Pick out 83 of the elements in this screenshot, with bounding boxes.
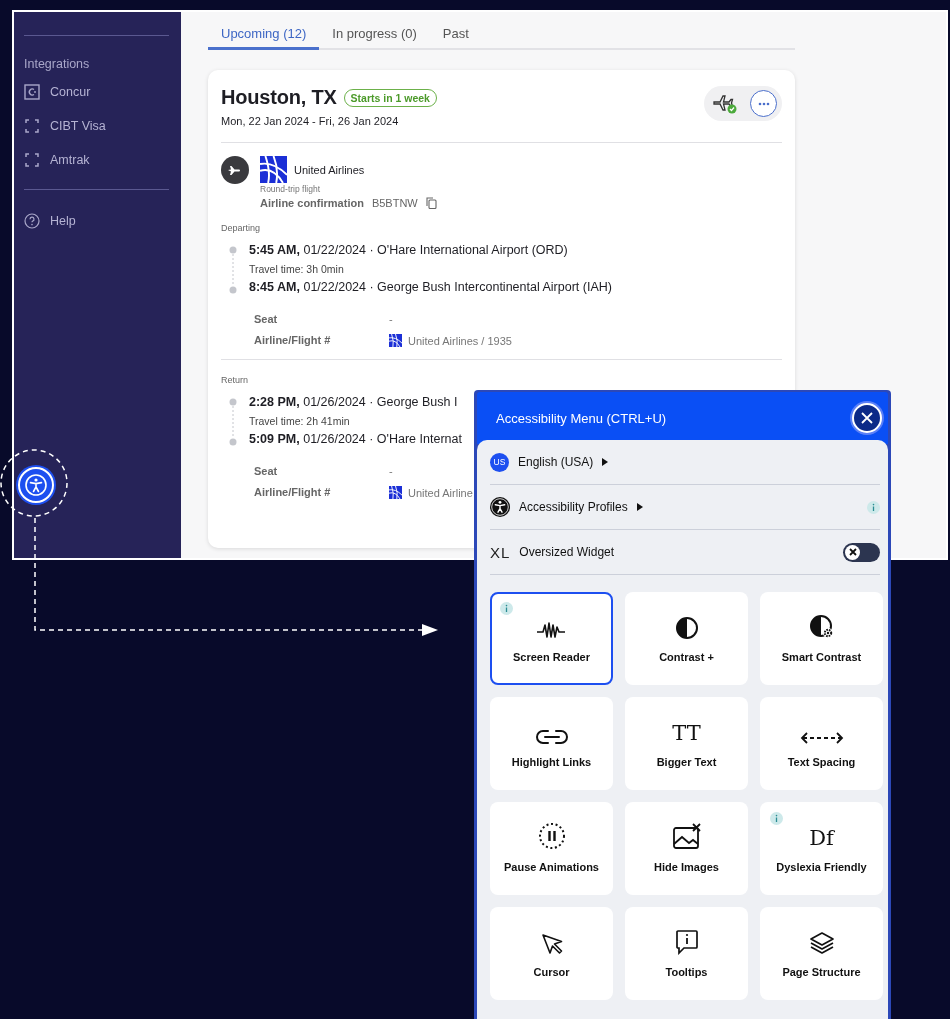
image-crossed-icon bbox=[671, 822, 702, 850]
tooltip-icon bbox=[674, 929, 699, 955]
feature-tile[interactable]: Pause Animations bbox=[490, 802, 613, 895]
detail-value: - bbox=[389, 465, 393, 477]
arrows-spacing-icon bbox=[799, 731, 844, 745]
confirmation-label: Airline confirmation bbox=[260, 197, 364, 209]
sidebar-item[interactable]: Concur bbox=[24, 75, 169, 109]
accessibility-icon bbox=[490, 497, 510, 517]
section-heading: Integrations bbox=[24, 57, 91, 71]
close-icon bbox=[861, 412, 873, 424]
flight-type: Round-trip flight bbox=[260, 184, 321, 194]
accessibility-icon bbox=[25, 474, 47, 496]
detail-label: Seat bbox=[254, 465, 279, 477]
airline-logo-icon bbox=[260, 156, 287, 183]
feature-tile[interactable]: Text Spacing bbox=[760, 697, 883, 790]
detail-value: - bbox=[389, 313, 393, 325]
c-square-icon bbox=[24, 84, 40, 100]
x-icon bbox=[848, 548, 857, 556]
caret-icon bbox=[636, 503, 643, 511]
feature-tile[interactable]: Cursor bbox=[490, 907, 613, 1000]
travel-time: Travel time: 2h 41min bbox=[249, 415, 351, 427]
detail-value: United Airline bbox=[408, 486, 473, 499]
info-icon bbox=[770, 812, 783, 825]
departure-time: 5:45 AM, 01/22/2024 · O'Hare International Airport (ORD) bbox=[249, 243, 569, 257]
contrast-gear-icon bbox=[808, 614, 835, 640]
trip-title: Houston, TX bbox=[221, 86, 337, 109]
feature-tile[interactable]: Contrast + bbox=[625, 592, 748, 685]
feature-tile[interactable]: Smart Contrast bbox=[760, 592, 883, 685]
menu-title: Accessibility Menu (CTRL+U) bbox=[496, 410, 667, 426]
feature-tile[interactable]: Highlight Links bbox=[490, 697, 613, 790]
detail-value: United Airlines / 1935 bbox=[408, 334, 512, 347]
layers-icon bbox=[808, 931, 835, 955]
language-badge: US bbox=[490, 452, 509, 472]
departure-time: 2:28 PM, 01/26/2024 · George Bush I bbox=[249, 395, 459, 409]
cursor-icon bbox=[540, 933, 563, 955]
travel-time: Travel time: 3h 0min bbox=[249, 263, 345, 275]
xl-glyph: XL bbox=[490, 543, 511, 561]
language-selector[interactable]: US English (USA) bbox=[490, 440, 880, 485]
info-icon bbox=[500, 602, 513, 615]
arrival-time: 5:09 PM, 01/26/2024 · O'Hare Internat bbox=[249, 432, 462, 446]
tab[interactable]: Past bbox=[429, 12, 482, 50]
confirmation-code: B5BTNW bbox=[371, 197, 418, 209]
feature-tile[interactable]: Df Dyslexia Friendly bbox=[760, 802, 883, 895]
trip-dates: Mon, 22 Jan 2024 - Fri, 26 Jan 2024 bbox=[221, 115, 400, 127]
close-button[interactable] bbox=[852, 403, 882, 433]
sidebar-item[interactable]: CIBT Visa bbox=[24, 109, 169, 143]
frame-corners-icon bbox=[24, 118, 40, 134]
more-button[interactable] bbox=[750, 90, 777, 117]
toggle-switch[interactable] bbox=[843, 542, 880, 562]
more-icon bbox=[757, 101, 770, 106]
detail-label: Seat bbox=[254, 313, 279, 325]
glyph-icon: Df bbox=[809, 826, 834, 850]
help-icon bbox=[24, 213, 40, 229]
timeline-drawing bbox=[229, 398, 237, 446]
feature-tile[interactable]: Page Structure bbox=[760, 907, 883, 1000]
frame-corners-icon bbox=[24, 152, 40, 168]
feature-tile[interactable]: Screen Reader bbox=[490, 592, 613, 685]
link-icon bbox=[535, 729, 568, 745]
accessibility-button[interactable] bbox=[18, 467, 54, 503]
profiles-row[interactable]: Accessibility Profiles bbox=[490, 485, 880, 530]
feature-tile[interactable]: Hide Images bbox=[625, 802, 748, 895]
contrast-icon bbox=[674, 616, 699, 640]
setting-label: Oversized Widget bbox=[519, 545, 615, 559]
feature-tile[interactable]: TT Bigger Text bbox=[625, 697, 748, 790]
info-icon bbox=[867, 500, 880, 514]
feature-tile[interactable]: Tooltips bbox=[625, 907, 748, 1000]
airline-name: United Airlines bbox=[294, 163, 365, 176]
caret-icon bbox=[602, 458, 609, 466]
glyph-icon: TT bbox=[672, 721, 701, 745]
detail-label: Airline/Flight # bbox=[254, 334, 332, 347]
section-heading: Return bbox=[221, 375, 249, 385]
tab[interactable]: In progress (0) bbox=[319, 12, 430, 50]
help-link[interactable]: Help bbox=[24, 204, 169, 238]
plane-check-icon bbox=[712, 92, 738, 115]
plane-icon bbox=[221, 156, 249, 184]
timeline-drawing bbox=[229, 246, 237, 294]
copy-button[interactable] bbox=[425, 197, 437, 209]
detail-label: Airline/Flight # bbox=[254, 486, 332, 499]
tab[interactable]: Upcoming (12) bbox=[208, 12, 320, 50]
section-heading: Departing bbox=[221, 223, 262, 233]
sidebar-item[interactable]: Amtrak bbox=[24, 143, 169, 177]
pause-icon bbox=[537, 822, 566, 850]
arrival-time: 8:45 AM, 01/22/2024 · George Bush Intercontinental Airport (IAH) bbox=[249, 280, 612, 294]
